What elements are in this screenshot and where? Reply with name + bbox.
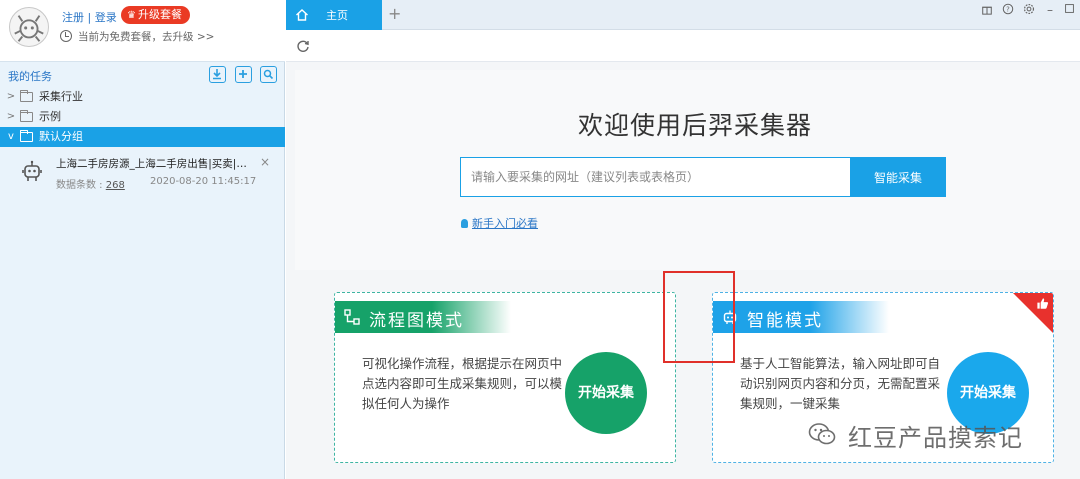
watermark-text: 红豆产品摸索记 [848, 424, 1023, 452]
alarm-clock-icon [60, 30, 72, 42]
tab-home[interactable]: 主页 [286, 0, 382, 30]
new-task-icon[interactable] [235, 66, 252, 83]
card-description: 基于人工智能算法，输入网址即可自动识别网页内容和分页，无需配置采集规则，一键采集 [740, 356, 941, 411]
thumbs-up-icon [1037, 298, 1049, 309]
wechat-icon [808, 423, 836, 445]
task-count-label: 数据条数 : 268 [56, 176, 125, 191]
gift-icon[interactable] [980, 3, 994, 17]
annotation-highlight-box [663, 271, 735, 363]
robot-avatar-icon [14, 15, 44, 42]
new-tab-plus-icon[interactable]: + [388, 4, 401, 23]
address-bar [286, 30, 1080, 62]
count-label-text: 数据条数 : [56, 180, 103, 191]
folder-icon [20, 90, 33, 102]
card-description: 可视化操作流程，根据提示在网页中点选内容即可生成采集规则，可以模拟任何人为操作 [362, 356, 563, 411]
smart-collect-button[interactable]: 智能采集 [850, 157, 946, 197]
task-list-item[interactable]: 上海二手房房源_上海二手房出售|买卖|交易... 数据条数 : 268 2020… [0, 150, 285, 192]
chevron-right-icon[interactable]: > [6, 87, 16, 107]
page-title: 欢迎使用后羿采集器 [577, 111, 812, 140]
folder-row-selected[interactable]: v 默认分组 [0, 127, 285, 147]
home-icon [296, 9, 308, 21]
task-time: 2020-08-20 11:45:17 [150, 176, 257, 187]
folder-label: 采集行业 [39, 90, 83, 103]
minimize-icon[interactable]: – [1043, 3, 1057, 17]
folder-icon [20, 110, 33, 122]
url-input[interactable] [460, 157, 850, 197]
beginner-guide-link[interactable]: 新手入门必看 [461, 215, 538, 231]
upgrade-button[interactable]: ♛ 升级套餐 [121, 6, 190, 24]
import-task-icon[interactable] [209, 66, 226, 83]
folder-label: 示例 [39, 110, 61, 123]
close-icon[interactable]: × [260, 155, 270, 169]
link-separator: | [87, 11, 92, 24]
task-count[interactable]: 268 [106, 180, 125, 191]
robot-task-icon [22, 160, 42, 181]
card-header: 智能模式 [713, 301, 889, 333]
login-links: 注册 | 登录 [62, 9, 117, 25]
flowchart-icon [344, 309, 360, 325]
guide-link-text: 新手入门必看 [472, 217, 538, 230]
card-header: 流程图模式 [335, 301, 511, 333]
folder-label: 默认分组 [39, 130, 83, 143]
refresh-icon[interactable] [295, 38, 311, 54]
login-link[interactable]: 登录 [95, 11, 117, 24]
crown-icon: ♛ [127, 10, 136, 21]
search-task-icon[interactable] [260, 66, 277, 83]
plan-status[interactable]: 当前为免费套餐，去升级 >> [60, 29, 214, 44]
card-title: 智能模式 [747, 311, 823, 331]
flowchart-mode-card: 流程图模式 可视化操作流程，根据提示在网页中点选内容即可生成采集规则，可以模拟任… [334, 292, 676, 463]
svg-text:?: ? [1006, 6, 1010, 14]
register-link[interactable]: 注册 [62, 11, 84, 24]
maximize-icon[interactable] [1062, 3, 1076, 17]
chevron-right-icon[interactable]: > [6, 107, 16, 127]
flowchart-start-button[interactable]: 开始采集 [565, 352, 647, 434]
folder-row[interactable]: > 示例 [0, 107, 285, 127]
task-title: 我的任务 [8, 70, 52, 83]
watermark: 红豆产品摸索记 [808, 418, 1053, 452]
task-name: 上海二手房房源_上海二手房出售|买卖|交易... [56, 158, 252, 170]
hero-section: 欢迎使用后羿采集器 智能采集 新手入门必看 [295, 70, 1080, 270]
folder-icon [20, 130, 33, 142]
settings-gear-icon[interactable] [1022, 3, 1036, 17]
help-icon[interactable]: ? [1001, 3, 1015, 17]
tab-label: 主页 [326, 9, 348, 22]
task-tree: > 采集行业 > 示例 v 默认分组 [0, 87, 285, 147]
sidebar: 注册 | 登录 ♛ 升级套餐 当前为免费套餐，去升级 >> 我的任务 > 采集行业… [0, 0, 285, 479]
folder-row[interactable]: > 采集行业 [0, 87, 285, 107]
lightbulb-icon [461, 219, 468, 228]
avatar[interactable] [9, 7, 49, 47]
upgrade-label: 升级套餐 [137, 8, 182, 21]
task-header: 我的任务 [0, 63, 285, 87]
user-area: 注册 | 登录 ♛ 升级套餐 当前为免费套餐，去升级 >> [0, 0, 285, 62]
tab-bar: 主页 + ? – [286, 0, 1080, 30]
chevron-down-icon[interactable]: v [6, 127, 16, 147]
plan-text: 当前为免费套餐，去升级 >> [78, 31, 215, 43]
card-title: 流程图模式 [369, 311, 464, 331]
